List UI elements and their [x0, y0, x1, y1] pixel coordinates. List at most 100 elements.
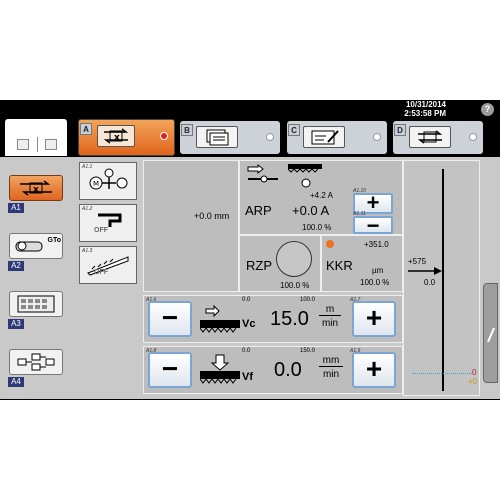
sidebar-tag: A3: [8, 319, 24, 329]
tab-letter: A: [80, 123, 92, 135]
gauge-sub-label: 0.0: [424, 278, 436, 287]
vf-minus-button[interactable]: −: [148, 352, 192, 388]
swap-tool-icon: x: [9, 175, 63, 201]
vc-unit-bottom: min: [321, 318, 339, 329]
gauge-bottom-red: 0: [472, 368, 477, 377]
gauge-top-label: +575: [408, 257, 427, 266]
gauge-baseline: [412, 373, 472, 374]
help-button[interactable]: ?: [481, 103, 494, 116]
datetime: 10/31/2014 2:53:58 PM: [404, 100, 446, 118]
position-gauge: +575 0.0 0 +0: [403, 160, 480, 396]
vc-max-label: 100.0: [300, 297, 316, 303]
sidebar-tag: A4: [8, 377, 24, 387]
vf-min-label: 0.0: [242, 348, 251, 354]
gauge-bottom-yellow: +0: [468, 377, 478, 386]
status-bar: 10/31/2014 2:53:58 PM ?: [0, 100, 500, 120]
toggle-tag: A1.1: [82, 164, 93, 170]
vc-plus-button[interactable]: +: [352, 301, 396, 337]
arp-label: ARP: [245, 203, 272, 218]
arp-value: +0.0 A: [292, 203, 330, 218]
pen-icon: [487, 327, 495, 343]
toggle-coolant[interactable]: A1.2 OFF: [79, 204, 137, 242]
vf-max-label: 150.0: [300, 348, 316, 354]
rzp-dial: [276, 241, 312, 277]
toggle-state: OFF: [94, 269, 108, 276]
sidebar-item-a4[interactable]: A4: [7, 343, 65, 393]
document-stack-icon: [196, 126, 238, 148]
sidebar-item-a1[interactable]: x A1: [7, 169, 65, 219]
lock-closed-icon[interactable]: [17, 139, 29, 150]
lock-tab[interactable]: [5, 119, 67, 156]
vf-row: A1.8 − 0.0 150.0 Vf 0.0 mm min A1.9 +: [143, 346, 403, 394]
toggle-motor[interactable]: A1.1 M: [79, 162, 137, 200]
toggle-tag: A1.2: [82, 206, 93, 212]
date-text: 10/31/2014: [405, 100, 446, 109]
hmi-screen: 10/31/2014 2:53:58 PM ? A x B C D x A1 G…: [0, 100, 500, 400]
keypad-icon: [9, 291, 63, 317]
tab-c[interactable]: C: [287, 121, 387, 154]
sidebar-item-a3[interactable]: A3: [7, 285, 65, 335]
tab-letter: C: [288, 124, 300, 136]
vc-min-label: 0.0: [242, 297, 251, 303]
svg-text:x: x: [33, 185, 39, 195]
feed-rate-icon: [200, 354, 240, 384]
tab-letter: D: [394, 124, 406, 136]
edit-form-icon: [303, 126, 345, 148]
rzp-percent: 100.0 %: [280, 281, 310, 290]
lock-open-icon[interactable]: [45, 139, 57, 150]
toggle-column: A1.1 M A1.2 OFF A1.3 OFF: [76, 162, 140, 292]
rzp-label: RZP: [246, 258, 272, 273]
svg-text:M: M: [93, 180, 99, 188]
arp-panel: +4.2 A ARP +0.0 A 100.0 % A1.10 + A1.11 …: [239, 160, 403, 237]
tab-bar: A x B C D: [0, 119, 500, 156]
divider: [37, 137, 38, 152]
kkr-label: KKR: [326, 258, 353, 273]
tab-status-dot: [373, 133, 381, 141]
sidebar: x A1 GTo A2 A3 A4: [0, 157, 72, 399]
kkr-unit: µm: [372, 266, 384, 275]
vf-label: Vf: [242, 371, 253, 383]
toggle-state: OFF: [94, 227, 108, 234]
vf-value: 0.0: [274, 359, 302, 381]
arp-current: +4.2 A: [310, 191, 333, 200]
toggle-tag: A1.3: [82, 248, 93, 254]
swap-tool-icon: x: [97, 125, 135, 147]
vc-value: 15.0: [270, 308, 309, 330]
kkr-value: +351.0: [364, 240, 389, 249]
vf-plus-button[interactable]: +: [352, 352, 396, 388]
kkr-panel: +351.0 KKR µm 100.0 %: [321, 235, 403, 292]
arp-percent: 100.0 %: [302, 223, 332, 232]
vc-row: A1.6 − 0.0 100.0 Vc 15.0 m min A1.7 +: [143, 295, 403, 343]
tab-letter: B: [181, 124, 193, 136]
sidebar-tag: A1: [8, 203, 24, 213]
workspace: x A1 GTo A2 A3 A4 A1.1 M A1.2 OFF A1.3 O…: [0, 157, 500, 399]
time-text: 2:53:58 PM: [404, 109, 446, 118]
toggle-chip[interactable]: A1.3 OFF: [79, 246, 137, 284]
sidebar-item-a2[interactable]: GTo A2: [7, 227, 65, 277]
kkr-indicator: [326, 240, 334, 248]
cutting-speed-icon: [200, 304, 240, 333]
vf-unit-bottom: min: [322, 369, 340, 380]
vf-unit-top: mm: [319, 355, 343, 367]
vc-label: Vc: [242, 318, 256, 330]
tab-d[interactable]: D: [393, 121, 483, 154]
main-panel: +0.0 mm +4.2 A ARP +0.0 A 100.0 % A1.10 …: [143, 160, 403, 396]
side-panel-handle[interactable]: [483, 283, 498, 383]
gauge-pointer-icon: [408, 267, 442, 275]
gauge-axis: [442, 169, 444, 391]
tab-a[interactable]: A x: [78, 119, 175, 156]
network-icon: [9, 349, 63, 375]
sidebar-tag: A2: [8, 261, 24, 271]
position-panel: +0.0 mm: [143, 160, 239, 292]
tab-b[interactable]: B: [180, 121, 280, 154]
kkr-percent: 100.0 %: [360, 278, 390, 287]
tab-status-dot: [160, 132, 168, 140]
vc-minus-button[interactable]: −: [148, 301, 192, 337]
rzp-panel: RZP 100.0 %: [239, 235, 321, 292]
tab-status-dot: [469, 133, 477, 141]
position-value: +0.0 mm: [194, 211, 230, 221]
sidebar-item-label: GTo: [47, 237, 61, 244]
swap-arrows-icon: [409, 126, 451, 148]
arp-minus-button[interactable]: −: [353, 215, 393, 237]
vc-unit-top: m: [319, 304, 341, 316]
